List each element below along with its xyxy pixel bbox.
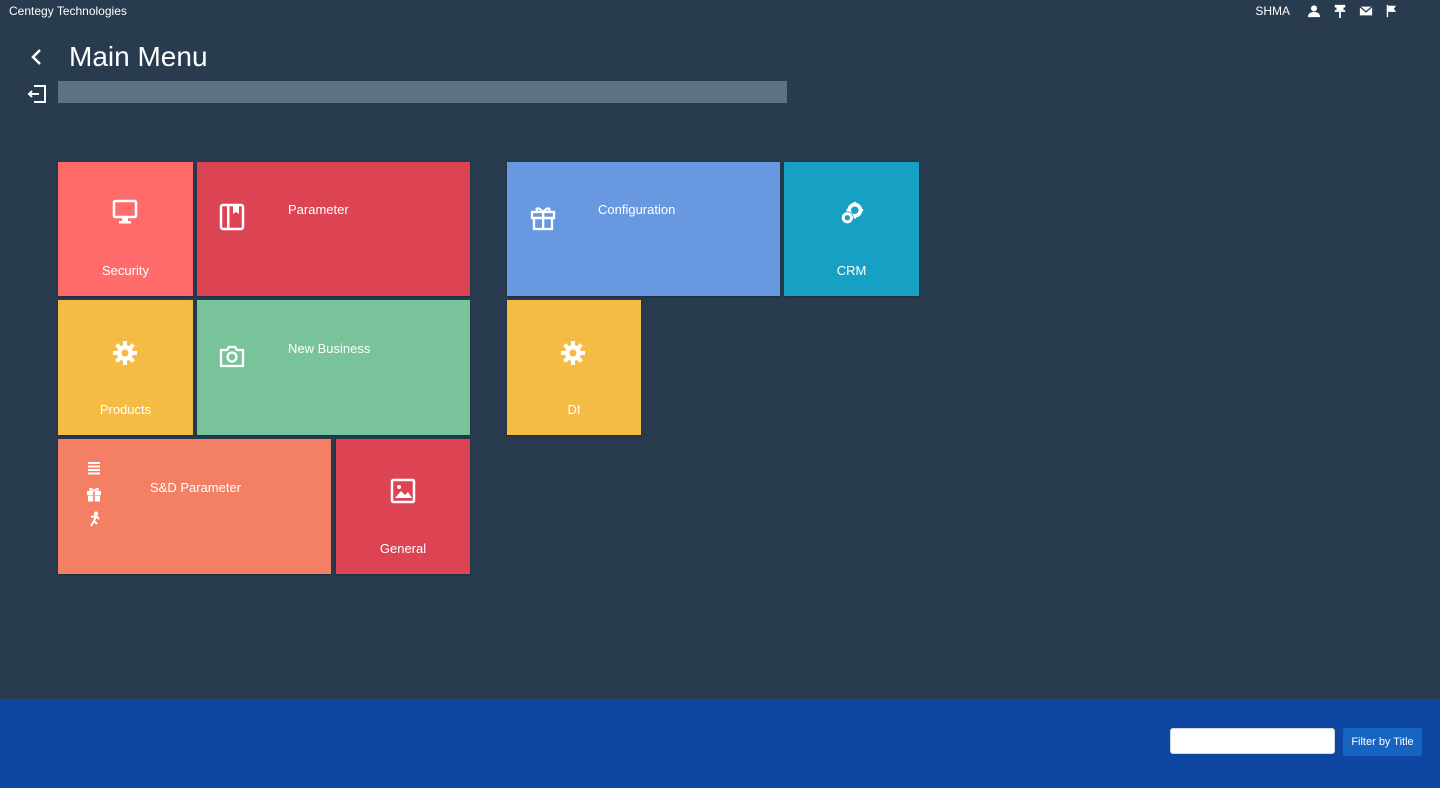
tile-label: S&D Parameter	[150, 480, 242, 495]
tile-crm[interactable]: CRM	[784, 162, 919, 296]
mail-icon[interactable]	[1358, 3, 1374, 19]
list-icon	[86, 460, 102, 476]
tile-label: Configuration	[598, 202, 676, 217]
top-bar-actions: SHMA	[1255, 3, 1400, 19]
user-name[interactable]: SHMA	[1255, 4, 1290, 18]
tile-label: CRM	[836, 263, 867, 278]
tile-products[interactable]: Products	[58, 300, 193, 435]
image-icon	[389, 477, 417, 505]
tile-sd-parameter[interactable]: S&D Parameter	[58, 439, 331, 574]
tile-label: Parameter	[288, 202, 349, 217]
run-icon	[86, 511, 102, 527]
filter-by-title-button[interactable]: Filter by Title	[1343, 728, 1422, 756]
top-bar: Centegy Technologies SHMA	[0, 0, 1440, 24]
footer-bar: Filter by Title	[0, 699, 1440, 788]
exit-icon	[27, 85, 46, 103]
tile-new-business[interactable]: New Business	[197, 300, 470, 435]
tile-di[interactable]: DI	[507, 300, 641, 435]
tile-configuration[interactable]: Configuration	[507, 162, 780, 296]
search-input[interactable]	[58, 81, 787, 103]
gear-icon	[559, 339, 587, 367]
tile-label: Products	[99, 402, 152, 417]
company-name: Centegy Technologies	[9, 4, 127, 18]
tile-label: New Business	[288, 341, 371, 356]
gift-icon	[86, 486, 102, 502]
tile-label: General	[379, 541, 427, 556]
flag-icon[interactable]	[1384, 3, 1400, 19]
tile-general[interactable]: General	[336, 439, 470, 574]
tile-label: Security	[102, 263, 149, 278]
user-icon[interactable]	[1306, 3, 1322, 19]
tile-parameter[interactable]: Parameter	[197, 162, 470, 296]
gears-icon	[837, 199, 867, 229]
pin-icon[interactable]	[1332, 3, 1348, 19]
exit-button[interactable]	[26, 83, 48, 105]
page-title: Main Menu	[69, 41, 208, 72]
book-icon	[218, 203, 246, 231]
tile-security[interactable]: Security	[58, 162, 193, 296]
camera-icon	[218, 342, 246, 370]
gift-icon	[529, 203, 557, 231]
back-button[interactable]	[26, 46, 48, 68]
tile-label: DI	[567, 402, 581, 417]
monitor-icon	[111, 198, 139, 226]
gear-icon	[111, 339, 139, 367]
filter-input[interactable]	[1170, 728, 1335, 754]
chevron-left-icon	[31, 49, 41, 65]
